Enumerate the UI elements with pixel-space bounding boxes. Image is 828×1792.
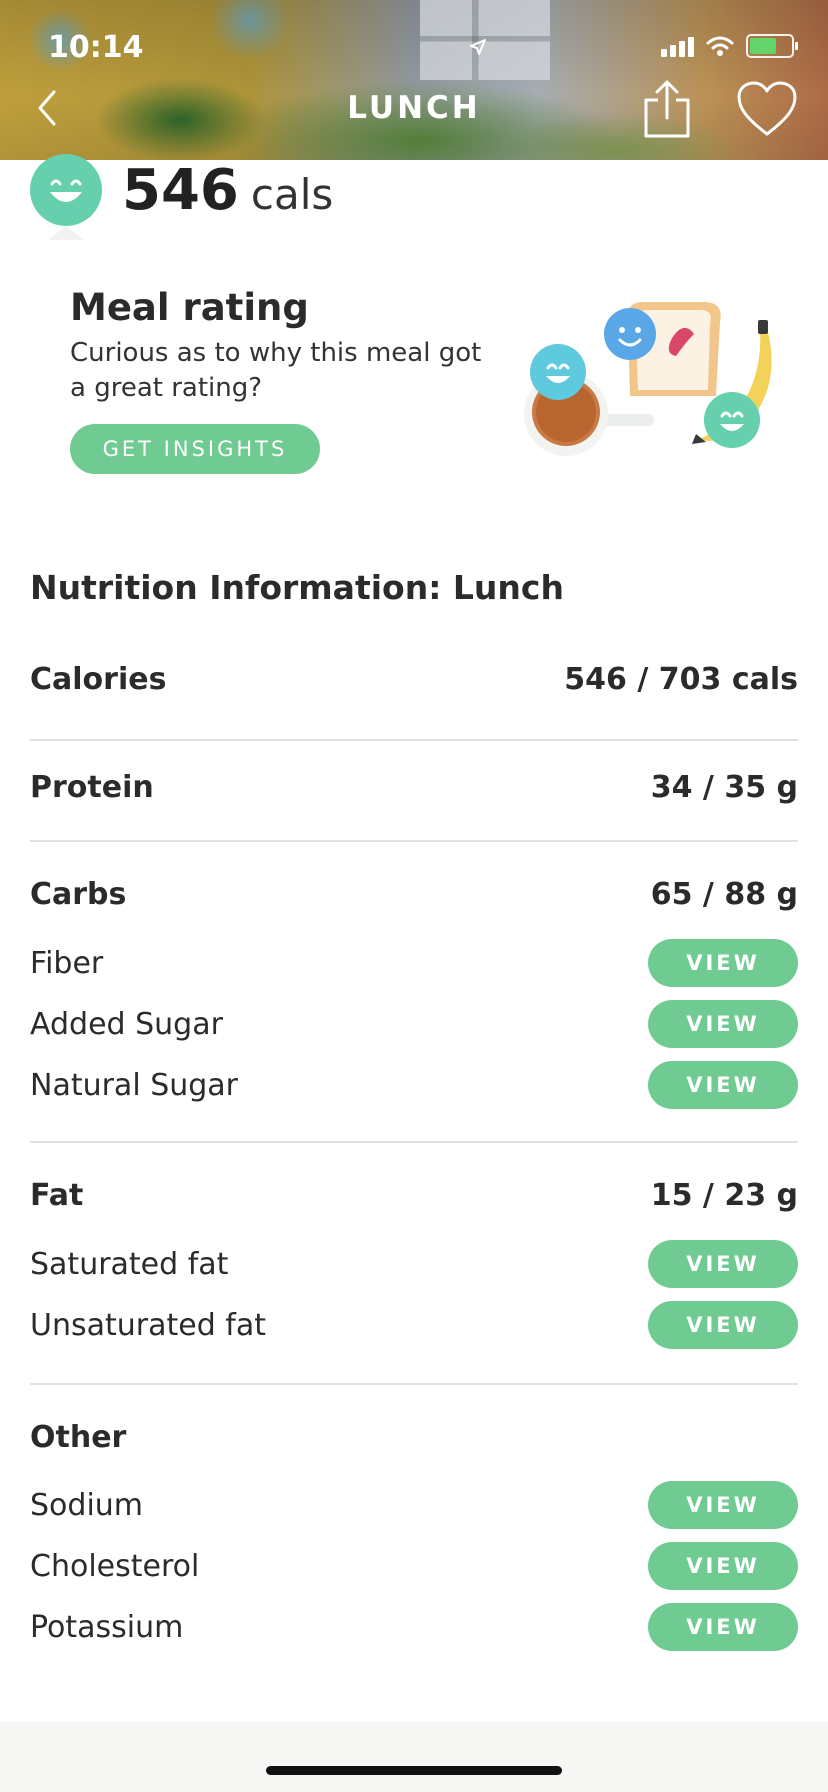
share-icon[interactable] (640, 78, 694, 140)
status-icons (470, 34, 798, 58)
nutrition-row-other: Other (30, 1420, 798, 1455)
view-cholesterol-button[interactable]: VIEW (648, 1542, 798, 1590)
divider (30, 739, 798, 741)
meal-rating-title: Meal rating (70, 286, 309, 329)
smiley-green-icon (704, 392, 760, 448)
nutrition-row-carbs: Carbs 65 / 88 g (30, 877, 798, 912)
nutrition-row-natural-sugar: Natural Sugar VIEW (30, 1061, 798, 1109)
favorite-heart-icon[interactable] (736, 80, 798, 138)
saturated-fat-label: Saturated fat (30, 1246, 229, 1282)
calorie-summary: 546 cals (122, 158, 333, 223)
view-added-sugar-button[interactable]: VIEW (648, 1000, 798, 1048)
home-indicator[interactable] (266, 1766, 562, 1775)
status-time: 10:14 (48, 30, 144, 65)
meal-rating-illustration (524, 302, 772, 456)
calories-value: 546 / 703 cals (564, 662, 798, 697)
location-arrow-icon (470, 39, 486, 55)
view-unsaturated-fat-button[interactable]: VIEW (648, 1301, 798, 1349)
get-insights-button[interactable]: GET INSIGHTS (70, 424, 320, 474)
protein-value: 34 / 35 g (650, 770, 798, 805)
view-natural-sugar-button[interactable]: VIEW (648, 1061, 798, 1109)
nutrition-row-cholesterol: Cholesterol VIEW (30, 1542, 798, 1590)
calorie-unit: cals (250, 170, 334, 219)
natural-sugar-label: Natural Sugar (30, 1067, 239, 1103)
smiley-blue-icon (604, 308, 656, 360)
view-fiber-button[interactable]: VIEW (648, 939, 798, 987)
divider (30, 1141, 798, 1143)
nutrition-row-protein: Protein 34 / 35 g (30, 770, 798, 805)
nutrition-row-added-sugar: Added Sugar VIEW (30, 1000, 798, 1048)
meal-rating-description: Curious as to why this meal got a great … (70, 338, 482, 403)
calorie-value: 546 (122, 158, 239, 223)
sodium-label: Sodium (30, 1487, 144, 1523)
divider (30, 840, 798, 842)
fat-value: 15 / 23 g (650, 1178, 798, 1213)
cholesterol-label: Cholesterol (30, 1548, 200, 1584)
nutrition-row-saturated-fat: Saturated fat VIEW (30, 1240, 798, 1288)
wifi-icon (706, 36, 734, 56)
view-saturated-fat-button[interactable]: VIEW (648, 1240, 798, 1288)
calories-label: Calories (30, 662, 167, 697)
other-label: Other (30, 1420, 127, 1455)
view-potassium-button[interactable]: VIEW (648, 1603, 798, 1651)
nutrition-row-fiber: Fiber VIEW (30, 939, 798, 987)
carbs-label: Carbs (30, 877, 127, 912)
added-sugar-label: Added Sugar (30, 1006, 223, 1042)
nutrition-row-potassium: Potassium VIEW (30, 1603, 798, 1651)
protein-label: Protein (30, 770, 154, 805)
battery-icon (746, 34, 798, 58)
smiley-avatar-icon (30, 154, 102, 226)
nutrition-row-calories: Calories 546 / 703 cals (30, 662, 798, 697)
header-image (0, 0, 828, 160)
fiber-label: Fiber (30, 945, 104, 981)
nutrition-title: Nutrition Information: Lunch (30, 568, 564, 607)
view-sodium-button[interactable]: VIEW (648, 1481, 798, 1529)
carbs-value: 65 / 88 g (650, 877, 798, 912)
fat-label: Fat (30, 1178, 84, 1213)
divider (30, 1383, 798, 1385)
nutrition-row-unsaturated-fat: Unsaturated fat VIEW (30, 1301, 798, 1349)
smiley-cyan-icon (530, 344, 586, 400)
bottom-bar (0, 1722, 828, 1792)
potassium-label: Potassium (30, 1609, 184, 1645)
avatar-pointer (48, 226, 84, 240)
unsaturated-fat-label: Unsaturated fat (30, 1307, 266, 1343)
signal-icon (661, 35, 694, 57)
nutrition-row-fat: Fat 15 / 23 g (30, 1178, 798, 1213)
nutrition-row-sodium: Sodium VIEW (30, 1481, 798, 1529)
page-title: LUNCH (347, 90, 481, 126)
